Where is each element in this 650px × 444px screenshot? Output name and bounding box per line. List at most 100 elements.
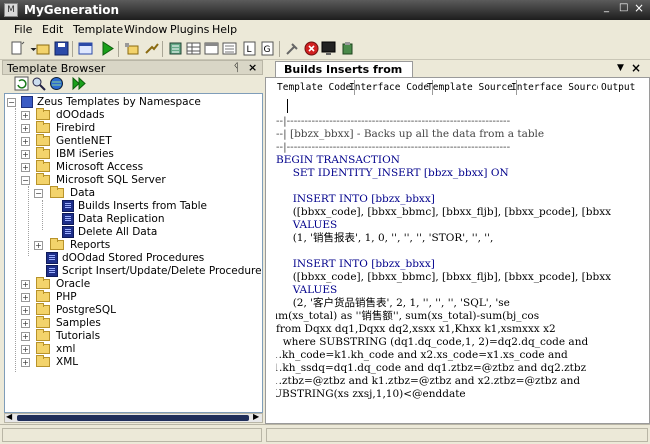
globe-icon[interactable] xyxy=(49,76,64,91)
tab-list-icon[interactable]: ▼ xyxy=(617,63,624,73)
open-folder-icon[interactable] xyxy=(36,41,51,56)
svg-text:G: G xyxy=(264,45,271,55)
collapse-icon[interactable]: − xyxy=(34,189,43,198)
plugin-icon[interactable] xyxy=(340,41,355,56)
status-bar xyxy=(0,424,650,444)
tree-label: Delete All Data xyxy=(78,226,158,238)
tree-label: Microsoft SQL Server xyxy=(56,174,166,186)
minimize-button[interactable]: _ xyxy=(604,2,614,14)
tree-label: Data xyxy=(70,187,96,199)
tree-label: Data Replication xyxy=(78,213,165,225)
code-line: (1, '销售报表', 1, 0, '', '', '', 'STOR', ''… xyxy=(276,232,494,244)
grid-icon[interactable] xyxy=(186,41,201,56)
template-browser-panel: Template Browser ᛩ × − Zeus Templates by… xyxy=(2,60,263,424)
template-icon xyxy=(62,213,74,225)
window-icon[interactable] xyxy=(78,41,93,56)
tree-label: Reports xyxy=(70,239,111,251)
expand-icon[interactable]: + xyxy=(21,358,30,367)
monitor-icon[interactable] xyxy=(321,41,336,56)
collapse-icon[interactable]: − xyxy=(7,98,16,107)
tree-label: Tutorials xyxy=(56,330,101,342)
pin-icon[interactable]: ᛩ xyxy=(233,61,240,74)
folder-icon xyxy=(36,342,50,354)
expand-icon[interactable]: + xyxy=(21,332,30,341)
template-browser-header: Template Browser ᛩ × xyxy=(2,60,263,75)
tab-interface-source[interactable]: Interface Source xyxy=(508,80,607,95)
menu-bar: File Edit Template Window Plugins Help xyxy=(0,20,650,38)
tab-output[interactable]: Output xyxy=(598,80,639,95)
fast-forward-icon[interactable] xyxy=(72,76,87,91)
close-button[interactable]: × xyxy=(634,2,644,14)
expand-icon[interactable]: + xyxy=(21,124,30,133)
new-icon[interactable] xyxy=(10,41,25,56)
main-window: M MyGeneration _ □ × File Edit Template … xyxy=(0,0,650,444)
expand-icon[interactable]: + xyxy=(21,137,30,146)
status-pane-right xyxy=(266,428,648,442)
template-icon xyxy=(62,226,74,238)
scroll-thumb[interactable] xyxy=(17,415,249,421)
code-line: VALUES xyxy=(276,219,338,231)
code-line: ([bbxx_code], [bbxx_bbmc], [bbxx_fljb], … xyxy=(276,271,612,283)
expand-icon[interactable]: + xyxy=(21,345,30,354)
tools-icon[interactable] xyxy=(285,41,300,56)
main-toolbar: L G xyxy=(0,38,650,60)
tree-label: Samples xyxy=(56,317,101,329)
template-icon xyxy=(46,252,58,264)
search-icon[interactable] xyxy=(31,76,46,91)
folder-icon xyxy=(36,303,50,315)
tree-horizontal-scrollbar[interactable]: ◀ ▶ xyxy=(4,412,263,423)
database-icon[interactable] xyxy=(168,41,183,56)
collapse-icon[interactable]: − xyxy=(21,176,30,185)
expand-icon[interactable]: + xyxy=(21,111,30,120)
folder-icon xyxy=(36,108,50,120)
menu-template[interactable]: Template xyxy=(73,23,123,36)
expand-icon[interactable]: + xyxy=(21,150,30,159)
code-line: (2, '客户货品销售表', 2, 1, '', '', '', 'SQL', … xyxy=(276,297,510,309)
folder-icon xyxy=(36,134,50,146)
tab-template-source[interactable]: Template Source xyxy=(424,80,517,95)
template-browser-toolbar xyxy=(2,75,263,93)
tree-label: Zeus Templates by Namespace xyxy=(37,96,201,108)
code-line: SUBSTRING(xs zxsj,1,10)<@enddate xyxy=(276,388,466,400)
expand-icon[interactable]: + xyxy=(21,319,30,328)
tree-label: dOOdad Stored Procedures xyxy=(62,252,205,264)
scroll-left-icon[interactable]: ◀ xyxy=(6,412,12,421)
maximize-button[interactable]: □ xyxy=(619,2,629,14)
run-icon[interactable] xyxy=(100,41,115,56)
menu-window[interactable]: Window xyxy=(124,23,167,36)
app-icon: M xyxy=(4,3,18,17)
list-icon[interactable] xyxy=(222,41,237,56)
panel-close-icon[interactable]: × xyxy=(248,61,257,74)
tree-label: XML xyxy=(56,356,79,368)
table-icon[interactable] xyxy=(204,41,219,56)
tab-template-code[interactable]: Template Code xyxy=(274,80,356,95)
window-title: MyGeneration xyxy=(24,3,120,17)
folder-tree-icon[interactable] xyxy=(124,41,139,56)
tree-label: IBM iSeries xyxy=(56,148,114,160)
expand-icon[interactable]: + xyxy=(21,280,30,289)
expand-icon[interactable]: + xyxy=(21,293,30,302)
expand-icon[interactable]: + xyxy=(21,163,30,172)
stop-icon[interactable] xyxy=(304,41,319,56)
output-editor[interactable]: --|-------------------------------------… xyxy=(276,97,646,420)
expand-icon[interactable]: + xyxy=(34,241,43,250)
menu-plugins[interactable]: Plugins xyxy=(170,23,209,36)
document-panel: Builds Inserts from Table ▼ × Template C… xyxy=(265,60,650,424)
menu-file[interactable]: File xyxy=(14,23,32,36)
folder-icon xyxy=(36,355,50,367)
pin-icon[interactable] xyxy=(144,41,159,56)
g-doc-icon[interactable]: G xyxy=(260,41,275,56)
menu-edit[interactable]: Edit xyxy=(42,23,63,36)
code-line: from Dqxx dq1,Dqxx dq2,xsxx x1,Khxx k1,x… xyxy=(276,323,556,335)
document-tab[interactable]: Builds Inserts from Table xyxy=(275,61,413,91)
save-icon[interactable] xyxy=(54,41,69,56)
l-doc-icon[interactable]: L xyxy=(242,41,257,56)
menu-help[interactable]: Help xyxy=(212,23,237,36)
expand-icon[interactable]: + xyxy=(21,306,30,315)
tab-interface-code[interactable]: Interface Code xyxy=(346,80,434,95)
code-line: INSERT INTO [bbzx_bbxx] xyxy=(276,258,435,270)
document-close-icon[interactable]: × xyxy=(631,61,641,75)
scroll-right-icon[interactable]: ▶ xyxy=(253,412,259,421)
refresh-icon[interactable] xyxy=(14,76,29,91)
code-line: where SUBSTRING (dq1.dq_code,1, 2)=dq2.d… xyxy=(276,336,589,348)
